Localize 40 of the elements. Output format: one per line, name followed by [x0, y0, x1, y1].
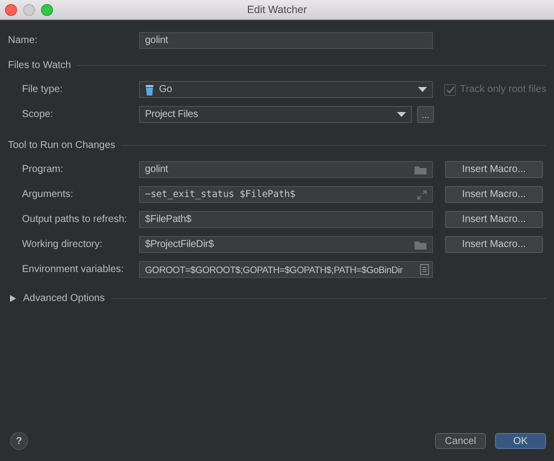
close-button[interactable] [5, 4, 17, 16]
field-label: Working directory: [21, 239, 104, 250]
insert-macro-button[interactable]: Insert Macro... [445, 161, 543, 178]
section-title: Files to Watch [8, 60, 71, 70]
cancel-button[interactable]: Cancel [435, 433, 486, 449]
expand-icon[interactable] [417, 190, 427, 200]
insert-macro-button[interactable]: Insert Macro... [445, 236, 543, 253]
input-field[interactable]: −set_exit_status $FilePath$ [139, 186, 433, 203]
zoom-button[interactable] [41, 4, 53, 16]
field-label: Program: [21, 164, 64, 175]
folder-icon[interactable] [414, 240, 427, 250]
field-label: Scope: [21, 109, 54, 120]
browse-button[interactable]: ... [417, 106, 434, 123]
name-field[interactable]: golint [139, 32, 433, 49]
section-title: Tool to Run on Changes [8, 140, 116, 150]
caret-icon [418, 87, 427, 92]
field-label: File type: [21, 84, 64, 95]
expand-arrow-icon [10, 294, 16, 302]
input-field[interactable]: $FilePath$ [139, 211, 433, 228]
scope-dropdown[interactable]: Project Files [139, 106, 412, 123]
insert-macro-button[interactable]: Insert Macro... [445, 186, 543, 203]
window-title: Edit Watcher [247, 4, 307, 16]
field-label: Name: [8, 35, 38, 46]
advanced-options-toggle[interactable]: Advanced Options [8, 292, 111, 304]
ok-button[interactable]: OK [495, 433, 546, 449]
document-icon[interactable] [420, 264, 429, 275]
help-button[interactable]: ? [10, 432, 28, 450]
field-label: Arguments: [21, 189, 74, 200]
input-field[interactable]: GOROOT=$GOROOT$;GOPATH=$GOPATH$;PATH=$GoBinDir [139, 261, 433, 278]
input-field[interactable]: golint [139, 161, 433, 178]
checkbox-label: Track only root files [460, 84, 546, 95]
field-label: Environment variables: [21, 264, 125, 275]
file-type-icon [145, 84, 154, 96]
caret-icon [397, 112, 406, 117]
file-type-dropdown[interactable]: Go [139, 81, 433, 98]
folder-icon[interactable] [414, 164, 427, 174]
insert-macro-button[interactable]: Insert Macro... [445, 211, 543, 228]
minimize-button[interactable] [23, 4, 35, 16]
input-field[interactable]: $ProjectFileDir$ [139, 236, 433, 253]
field-label: Output paths to refresh: [21, 214, 128, 225]
